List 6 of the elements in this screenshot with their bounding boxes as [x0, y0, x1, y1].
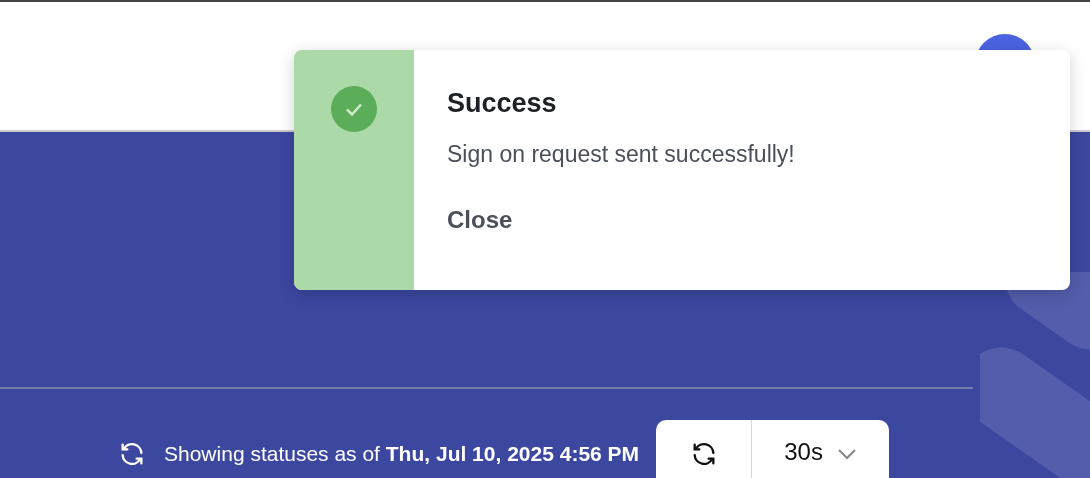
close-button[interactable]: Close: [447, 206, 513, 234]
toast-title: Success: [447, 88, 557, 119]
toast-message: Sign on request sent successfully!: [447, 141, 795, 168]
check-circle-icon: [331, 86, 377, 132]
chevron-down-icon: [836, 448, 857, 460]
status-timestamp: Showing statuses as of Thu, Jul 10, 2025 4:56 PM: [164, 442, 640, 466]
